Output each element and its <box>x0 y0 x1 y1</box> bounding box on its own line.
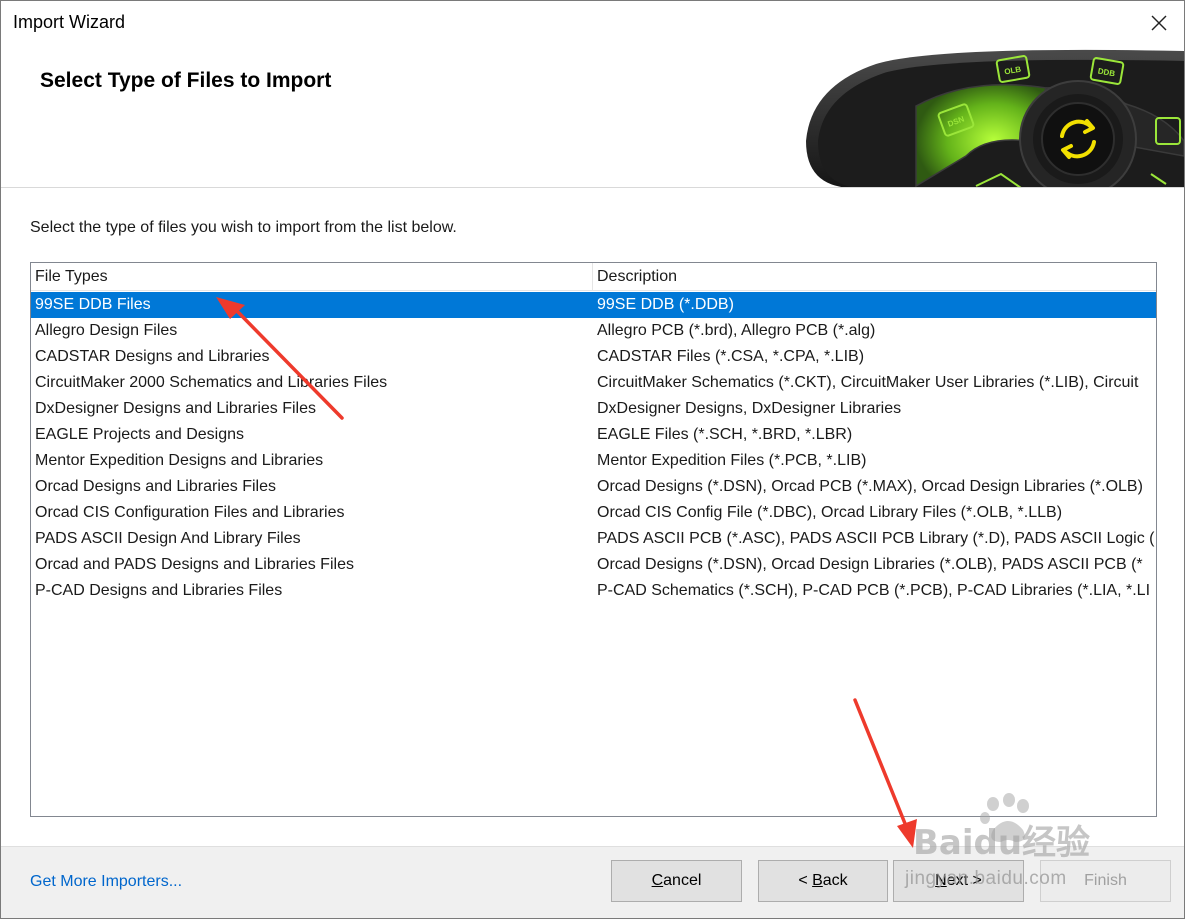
description-cell: CircuitMaker Schematics (*.CKT), Circuit… <box>597 374 1139 391</box>
wizard-header: Select Type of Files to Import OLB DDB D… <box>1 46 1184 188</box>
file-type-cell: DxDesigner Designs and Libraries Files <box>35 400 317 417</box>
list-item[interactable]: PADS ASCII Design And Library Files PADS … <box>31 526 1156 552</box>
list-item[interactable]: P-CAD Designs and Libraries Files P-CAD S… <box>31 578 1156 604</box>
file-type-cell: Orcad and PADS Designs and Libraries Fil… <box>35 556 354 573</box>
list-item[interactable]: 99SE DDB Files 99SE DDB (*.DDB) <box>31 292 1156 318</box>
description-cell: 99SE DDB (*.DDB) <box>597 296 734 313</box>
instruction-text: Select the type of files you wish to imp… <box>30 219 457 236</box>
import-wizard-window: Import Wizard Select Type of Files to Im… <box>0 0 1185 919</box>
close-icon <box>1151 15 1167 31</box>
list-item[interactable]: Orcad and PADS Designs and Libraries Fil… <box>31 552 1156 578</box>
next-label: Next > <box>935 872 982 889</box>
wizard-footer: Get More Importers... Cancel < Back Next… <box>1 846 1184 918</box>
description-cell: Orcad Designs (*.DSN), Orcad PCB (*.MAX)… <box>597 478 1143 495</box>
file-type-cell: PADS ASCII Design And Library Files <box>35 530 301 547</box>
cancel-label: Cancel <box>651 872 702 889</box>
finish-label: Finish <box>1084 872 1127 889</box>
description-cell: PADS ASCII PCB (*.ASC), PADS ASCII PCB L… <box>597 530 1155 547</box>
column-header-file-types[interactable]: File Types <box>31 263 593 291</box>
get-more-importers-link[interactable]: Get More Importers... <box>30 873 182 891</box>
list-item[interactable]: Orcad Designs and Libraries Files Orcad D… <box>31 474 1156 500</box>
window-title: Import Wizard <box>13 12 126 32</box>
list-header: File Types Description <box>31 263 1156 291</box>
close-button[interactable] <box>1141 7 1177 39</box>
list-item[interactable]: Allegro Design Files Allegro PCB (*.brd),… <box>31 318 1156 344</box>
list-item[interactable]: CADSTAR Designs and Libraries CADSTAR Fil… <box>31 344 1156 370</box>
page-title: Select Type of Files to Import <box>40 69 332 92</box>
cancel-button[interactable]: Cancel <box>611 860 742 902</box>
description-cell: Orcad CIS Config File (*.DBC), Orcad Lib… <box>597 504 1063 521</box>
back-label: < Back <box>798 872 848 889</box>
file-type-cell: CircuitMaker 2000 Schematics and Librari… <box>35 374 388 391</box>
finish-button[interactable]: Finish <box>1040 860 1171 902</box>
file-type-cell: 99SE DDB Files <box>35 296 151 313</box>
list-item[interactable]: EAGLE Projects and Designs EAGLE Files (*… <box>31 422 1156 448</box>
description-cell: EAGLE Files (*.SCH, *.BRD, *.LBR) <box>597 426 853 443</box>
description-cell: Orcad Designs (*.DSN), Orcad Design Libr… <box>597 556 1143 573</box>
description-cell: CADSTAR Files (*.CSA, *.CPA, *.LIB) <box>597 348 865 365</box>
file-type-cell: EAGLE Projects and Designs <box>35 426 244 443</box>
file-type-cell: Mentor Expedition Designs and Libraries <box>35 452 324 469</box>
description-cell: Mentor Expedition Files (*.PCB, *.LIB) <box>597 452 867 469</box>
file-type-cell: Allegro Design Files <box>35 322 178 339</box>
list-rows: 99SE DDB Files 99SE DDB (*.DDB) Allegro De… <box>31 292 1156 604</box>
file-type-cell: CADSTAR Designs and Libraries <box>35 348 270 365</box>
next-button[interactable]: Next > <box>893 860 1024 902</box>
title-bar: Import Wizard <box>1 1 1184 46</box>
list-item[interactable]: DxDesigner Designs and Libraries Files Dx… <box>31 396 1156 422</box>
file-type-cell: Orcad Designs and Libraries Files <box>35 478 276 495</box>
file-type-cell: P-CAD Designs and Libraries Files <box>35 582 283 599</box>
description-cell: P-CAD Schematics (*.SCH), P-CAD PCB (*.P… <box>597 582 1151 599</box>
header-divider <box>1 187 1184 188</box>
description-cell: DxDesigner Designs, DxDesigner Libraries <box>597 400 902 417</box>
back-button[interactable]: < Back <box>758 860 888 902</box>
description-cell: Allegro PCB (*.brd), Allegro PCB (*.alg) <box>597 322 876 339</box>
list-item[interactable]: Orcad CIS Configuration Files and Librar… <box>31 500 1156 526</box>
column-header-description[interactable]: Description <box>593 263 1156 291</box>
list-item[interactable]: CircuitMaker 2000 Schematics and Librari… <box>31 370 1156 396</box>
file-type-cell: Orcad CIS Configuration Files and Librar… <box>35 504 345 521</box>
importer-banner-image: OLB DDB DSN <box>806 49 1184 188</box>
file-types-list[interactable]: File Types Description 99SE DDB Files 99S… <box>30 262 1157 817</box>
list-item[interactable]: Mentor Expedition Designs and Libraries M… <box>31 448 1156 474</box>
